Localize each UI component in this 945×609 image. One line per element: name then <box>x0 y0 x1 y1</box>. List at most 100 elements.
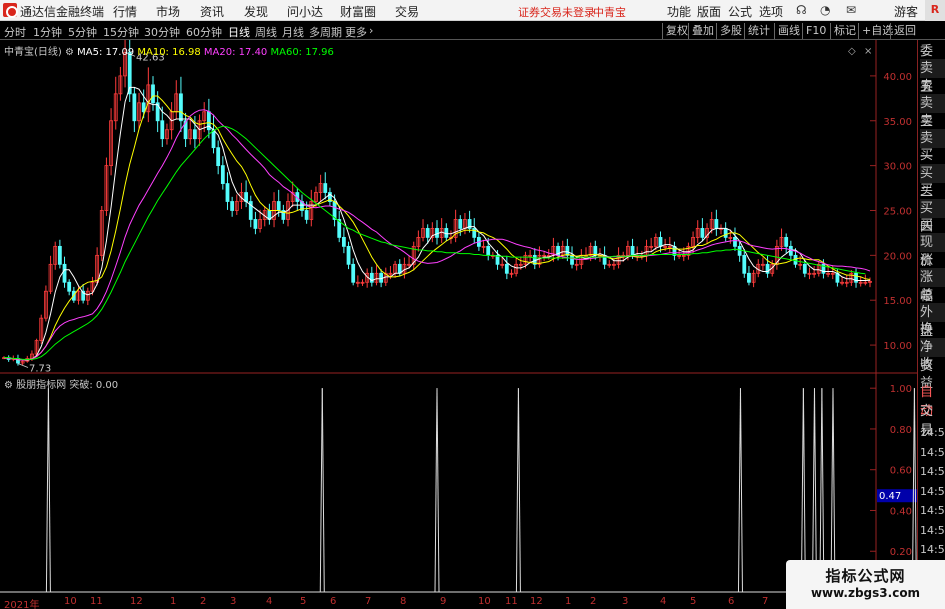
signal-tick-label: 0.20 <box>890 547 912 558</box>
date-axis: 2021年 10 11 12 1 2 3 4 5 6 7 8 9 10 11 12 1 2 3 4 5 6 7 <box>0 596 912 609</box>
candle-body <box>211 129 216 149</box>
btn-draw[interactable]: 画线 <box>774 23 803 39</box>
period-weekly[interactable]: 周线 <box>255 24 277 40</box>
indicator-gear-icon[interactable]: ⚙ <box>4 380 13 391</box>
candle-body <box>793 254 798 265</box>
message-icon[interactable]: ✉ <box>846 3 856 17</box>
candle-body <box>802 263 807 274</box>
quote-label: 买三 <box>920 183 934 217</box>
btn-adjust[interactable]: 复权 <box>662 23 691 39</box>
indicator-chart[interactable]: 1.00 0.80 0.60 0.40 0.20 0.47 <box>0 374 917 596</box>
price-tick-label: 15.00 <box>883 296 912 307</box>
date-axis-label: 10 <box>64 596 77 607</box>
period-multi[interactable]: 多周期 <box>309 24 342 40</box>
trade-login-notice[interactable]: 证券交易未登录 <box>518 4 595 20</box>
date-axis-label: 6 <box>330 596 337 607</box>
date-axis-label: 7 <box>365 596 372 607</box>
date-axis-label: 4 <box>660 596 667 607</box>
btn-multi-stock[interactable]: 多股 <box>716 23 745 39</box>
date-axis-label: 12 <box>130 596 143 607</box>
date-axis-label: 11 <box>90 596 103 607</box>
period-more[interactable]: 更多 <box>345 24 367 40</box>
period-30min[interactable]: 30分钟 <box>144 24 180 40</box>
menu-news[interactable]: 资讯 <box>200 3 224 20</box>
menu-options[interactable]: 选项 <box>759 3 783 20</box>
watermark-url: www.zbgs3.com <box>810 586 921 600</box>
signal-tick-label: 0.80 <box>890 425 912 436</box>
title-bar: 通达信金融终端 行情 市场 资讯 发现 问小达 财富圈 交易 证券交易未登录 中… <box>0 0 945 21</box>
stock-title: 中青宝(日线) <box>4 47 62 58</box>
auto-trade-tab[interactable]: 自动 <box>920 383 945 419</box>
ma60-label: MA60: 17.96 <box>270 47 334 58</box>
date-axis-label: 10 <box>478 596 491 607</box>
user-label[interactable]: 游客 <box>894 3 918 20</box>
candle-body <box>742 254 747 274</box>
menu-discover[interactable]: 发现 <box>244 3 268 20</box>
quote-label: 买四 <box>920 198 945 235</box>
service-icon[interactable]: ◔ <box>820 3 830 17</box>
trade-time: 14:56 <box>920 445 945 459</box>
price-tick-label: 25.00 <box>883 206 912 217</box>
btn-mark[interactable]: 标记 <box>830 23 859 39</box>
candle-body <box>132 93 137 122</box>
quote-label: 外盘 <box>920 303 945 339</box>
menu-wealth-circle[interactable]: 财富圈 <box>340 3 376 20</box>
low-price-label: 7.73 <box>29 363 51 374</box>
date-axis-label: 7 <box>762 596 769 607</box>
candle-body <box>658 237 663 247</box>
period-daily[interactable]: 日线 <box>228 24 250 40</box>
period-1min[interactable]: 1分钟 <box>33 24 62 40</box>
signal-tick-label: 0.40 <box>890 506 912 517</box>
period-5min[interactable]: 5分钟 <box>68 24 97 40</box>
diamond-icon[interactable]: ◇ <box>848 46 856 57</box>
quote-label: 收益 <box>920 357 934 392</box>
indicator-value: 突破: 0.00 <box>69 380 119 391</box>
period-60min[interactable]: 60分钟 <box>186 24 222 40</box>
candle-body <box>733 237 737 247</box>
date-axis-label: 2021年 <box>4 600 40 609</box>
ma5-label: MA5: 17.09 <box>77 47 135 58</box>
menu-function[interactable]: 功能 <box>667 3 691 20</box>
menu-layout[interactable]: 版面 <box>697 3 721 20</box>
date-axis-label: 4 <box>266 596 273 607</box>
candle-body <box>220 165 225 184</box>
menu-market[interactable]: 市场 <box>156 3 180 20</box>
btn-f10[interactable]: F10 <box>802 23 829 39</box>
quote-label: 卖四 <box>920 78 934 113</box>
candle-body <box>179 93 183 122</box>
menu-quotes[interactable]: 行情 <box>113 3 137 20</box>
candle-body <box>504 263 509 274</box>
r-button[interactable]: R <box>925 0 945 21</box>
period-intraday[interactable]: 分时 <box>4 24 26 40</box>
menu-formula[interactable]: 公式 <box>728 3 752 20</box>
date-axis-label: 1 <box>565 596 572 607</box>
menu-ask-xiaoda[interactable]: 问小达 <box>287 3 323 20</box>
period-monthly[interactable]: 月线 <box>282 24 304 40</box>
btn-back[interactable]: 返回 <box>890 23 919 39</box>
candle-body <box>700 228 705 238</box>
price-tick-label: 30.00 <box>883 162 912 173</box>
close-icon[interactable]: × <box>864 46 872 57</box>
indicator-name: 股朋指标网 <box>16 380 67 391</box>
date-axis-label: 11 <box>505 596 518 607</box>
candle-body <box>346 245 351 265</box>
trade-tab[interactable]: 交易 <box>920 402 945 438</box>
btn-overlay[interactable]: 叠加 <box>688 23 717 39</box>
candle-body <box>216 147 221 167</box>
btn-stats[interactable]: 统计 <box>744 23 773 39</box>
date-axis-label: 3 <box>622 596 629 607</box>
current-stock-link[interactable]: 中青宝 <box>593 4 626 20</box>
ma20-label: MA20: 17.40 <box>203 47 268 58</box>
menu-trade[interactable]: 交易 <box>395 3 419 20</box>
candle-body <box>486 245 491 256</box>
ma-gear-icon[interactable]: ⚙ <box>65 47 74 58</box>
price-chart[interactable]: 40.0035.0030.0025.0020.0015.0010.00 42.6… <box>0 40 917 374</box>
chevron-right-icon[interactable]: › <box>369 24 373 37</box>
candle-body <box>323 183 328 193</box>
support-icon[interactable]: ☊ <box>796 3 807 17</box>
period-toolbar: 分时 1分钟 5分钟 15分钟 30分钟 60分钟 日线 周线 月线 多周期 更… <box>0 22 945 40</box>
trade-time: 14:56 <box>920 484 945 498</box>
period-15min[interactable]: 15分钟 <box>103 24 139 40</box>
candle-body <box>341 237 346 247</box>
watermark: 指标公式网 www.zbgs3.com <box>786 560 945 609</box>
